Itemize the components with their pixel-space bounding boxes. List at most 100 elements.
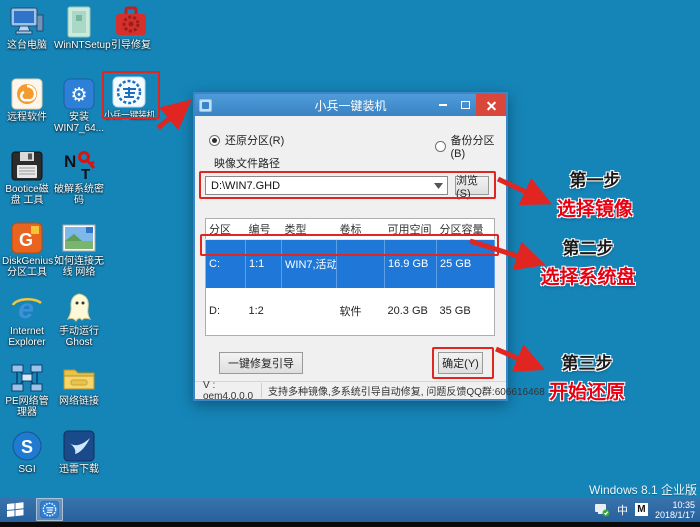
radio-selected-icon bbox=[209, 134, 220, 146]
minimize-button[interactable] bbox=[432, 94, 454, 116]
radio-backup-label: 备份分区(B) bbox=[450, 135, 495, 160]
desktop-icon-wireless-help[interactable]: 如何连接无线 网络 bbox=[54, 222, 104, 278]
arrow-icon-to-dialog bbox=[156, 99, 192, 131]
desktop-icon-nt-password[interactable]: N T 破解系统密码 bbox=[54, 150, 104, 206]
close-button[interactable] bbox=[476, 94, 506, 116]
action-label: 选择镜像 bbox=[556, 199, 633, 220]
desktop-icon-thunder[interactable]: 迅雷下载 bbox=[54, 430, 104, 475]
desktop-icon-label: 网络链接 bbox=[59, 396, 99, 407]
boot-repair-icon bbox=[113, 6, 149, 38]
network-icon[interactable] bbox=[594, 503, 610, 517]
table-row-d-drive[interactable]: D: 1:2 软件 20.3 GB 35 GB bbox=[206, 288, 495, 336]
svg-text:e: e bbox=[18, 293, 34, 324]
repair-boot-button[interactable]: 一键修复引导 bbox=[219, 352, 303, 374]
winntsetup-icon bbox=[61, 6, 97, 38]
taskbar-clock[interactable]: 10:35 2018/1/17 bbox=[655, 500, 698, 520]
desktop-icon-remote-software[interactable]: 远程软件 bbox=[2, 78, 52, 123]
svg-text:G: G bbox=[19, 230, 33, 250]
desktop-icon-label: PE网络管理器 bbox=[5, 396, 49, 418]
radio-restore-label: 还原分区(R) bbox=[225, 135, 285, 147]
folder-icon bbox=[61, 362, 97, 394]
installer-dialog-window: 小兵一键装机 还原分区(R) 备份分区(B) 映像文件路径 D:\WIN7.GH… bbox=[193, 92, 545, 402]
desktop-icon-diskgenius[interactable]: G DiskGenius 分区工具 bbox=[2, 222, 54, 278]
desktop-icon-sgi[interactable]: S SGI bbox=[2, 430, 52, 475]
system-tray: 中 M 10:35 2018/1/17 bbox=[594, 497, 698, 522]
col-header: 可用空间 bbox=[384, 218, 437, 240]
maximize-icon bbox=[460, 101, 470, 109]
desktop-icon-internet-explorer[interactable]: e Internet Explorer bbox=[2, 292, 52, 348]
desktop-icon-ghost[interactable]: 手动运行 Ghost bbox=[54, 292, 104, 348]
thunder-bird-icon bbox=[61, 430, 97, 462]
path-field-label: 映像文件路径 bbox=[214, 158, 280, 170]
radio-unselected-icon bbox=[435, 140, 446, 152]
step-label: 第一步 bbox=[569, 171, 621, 190]
svg-text:S: S bbox=[21, 437, 33, 457]
col-header: 分区 bbox=[205, 218, 246, 240]
annotation-step1: 第一步 选择镜像 bbox=[540, 166, 650, 221]
action-label: 选择系统盘 bbox=[540, 267, 636, 288]
xiaobing-installer-icon bbox=[111, 76, 147, 108]
close-icon bbox=[487, 101, 496, 110]
desktop-icon-label: 迅雷下载 bbox=[59, 464, 99, 475]
letter-n: N bbox=[64, 152, 76, 171]
ime-mode-indicator[interactable]: M bbox=[634, 503, 648, 516]
desktop-icon-label: 破解系统密码 bbox=[54, 184, 104, 206]
col-header: 编号 bbox=[245, 218, 282, 240]
desktop-icon-winntsetup[interactable]: WinNTSetup bbox=[54, 6, 111, 51]
desktop-icon-pe-network[interactable]: PE网络管理器 bbox=[2, 362, 52, 418]
remote-software-icon bbox=[9, 78, 45, 110]
screen-bottom-strip bbox=[0, 522, 700, 527]
step-label: 第三步 bbox=[561, 354, 613, 373]
picture-icon bbox=[61, 222, 97, 254]
network-nodes-icon bbox=[9, 362, 45, 394]
desktop-icon-label: 远程软件 bbox=[7, 112, 47, 123]
nt-key-icon: N T bbox=[61, 150, 97, 182]
desktop-icon-label: WinNTSetup bbox=[54, 40, 111, 51]
xiaobing-installer-icon bbox=[40, 500, 59, 519]
desktop-icon-xiaobing-installer[interactable]: 小兵一键装机 bbox=[104, 76, 156, 121]
desktop-icon-install-win7[interactable]: ⚙ 安装 WIN7_64... bbox=[54, 78, 104, 134]
desktop-icon-bootice[interactable]: Bootice磁盘 工具 bbox=[2, 150, 52, 206]
col-header: 类型 bbox=[281, 218, 337, 240]
table-row-c-drive[interactable]: C: 1:1 WIN7,活动 16.9 GB 25 GB bbox=[205, 239, 495, 288]
maximize-button[interactable] bbox=[454, 94, 476, 116]
desktop-icon-label: 手动运行 Ghost bbox=[59, 326, 99, 348]
partition-table[interactable]: 分区 编号 类型 卷标 可用空间 分区容量 C: 1:1 WIN7,活动 16.… bbox=[205, 218, 495, 336]
ok-button[interactable]: 确定(Y) bbox=[438, 352, 483, 374]
sgi-icon: S bbox=[9, 430, 45, 462]
desktop-icon-label: 如何连接无线 网络 bbox=[54, 256, 104, 278]
ie-icon: e bbox=[9, 292, 45, 324]
desktop-icon-label: DiskGenius 分区工具 bbox=[2, 256, 54, 278]
version-text: V : oem4.0.0.0 bbox=[203, 379, 254, 402]
browse-button[interactable]: 浏览(S) bbox=[455, 175, 489, 200]
desktop-icon-label: Internet Explorer bbox=[8, 326, 46, 348]
image-path-combobox[interactable]: D:\WIN7.GHD bbox=[205, 176, 448, 195]
windows-logo-icon bbox=[6, 502, 23, 517]
taskbar-app-xiaobing[interactable] bbox=[36, 498, 63, 521]
desktop-icon-label: 安装 WIN7_64... bbox=[54, 112, 105, 134]
desktop-icon-this-pc[interactable]: 这台电脑 bbox=[2, 6, 52, 51]
col-header: 分区容量 bbox=[436, 218, 495, 240]
input-language-indicator[interactable]: 中 bbox=[617, 502, 628, 518]
clock-time: 10:35 bbox=[672, 499, 695, 510]
radio-restore-partition[interactable]: 还原分区(R) bbox=[209, 132, 284, 148]
chevron-down-icon bbox=[434, 182, 443, 189]
gear-glyph: ⚙ bbox=[70, 85, 87, 106]
desktop-icon-boot-repair[interactable]: 引导修复 bbox=[106, 6, 156, 51]
col-header: 卷标 bbox=[336, 218, 385, 240]
step-label: 第二步 bbox=[562, 239, 614, 258]
clock-date: 2018/1/17 bbox=[654, 509, 695, 520]
desktop-icon-label: 这台电脑 bbox=[7, 40, 47, 51]
taskbar: 中 M 10:35 2018/1/17 bbox=[0, 497, 700, 522]
desktop-icon-network-link[interactable]: 网络链接 bbox=[54, 362, 104, 407]
radio-backup-partition[interactable]: 备份分区(B) bbox=[435, 132, 506, 160]
install-win7-icon: ⚙ bbox=[61, 78, 97, 110]
windows-watermark: Windows 8.1 企业版 bbox=[588, 483, 697, 497]
floppy-disk-icon bbox=[9, 150, 45, 182]
diskgenius-icon: G bbox=[9, 222, 45, 254]
start-button[interactable] bbox=[0, 497, 30, 522]
action-label: 开始还原 bbox=[548, 382, 625, 403]
dialog-titlebar[interactable]: 小兵一键装机 bbox=[195, 94, 506, 116]
partition-table-header: 分区 编号 类型 卷标 可用空间 分区容量 bbox=[205, 218, 495, 240]
desktop-icon-label: SGI bbox=[18, 464, 36, 475]
